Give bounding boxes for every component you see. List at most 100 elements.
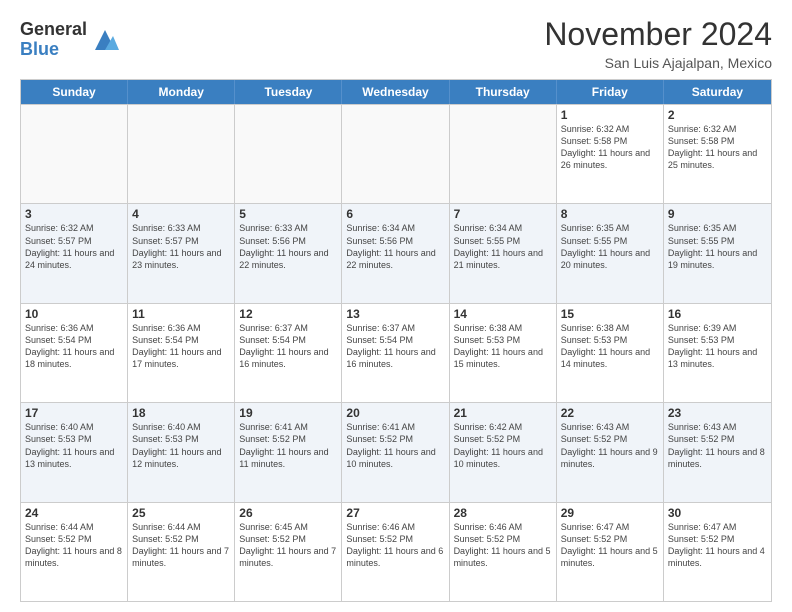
- day-info: Sunrise: 6:37 AM Sunset: 5:54 PM Dayligh…: [239, 322, 337, 371]
- logo-general-text: General: [20, 19, 87, 39]
- day-number: 30: [668, 506, 767, 520]
- day-info: Sunrise: 6:39 AM Sunset: 5:53 PM Dayligh…: [668, 322, 767, 371]
- header-day-friday: Friday: [557, 80, 664, 104]
- cal-cell-2-2: 12Sunrise: 6:37 AM Sunset: 5:54 PM Dayli…: [235, 304, 342, 402]
- day-info: Sunrise: 6:43 AM Sunset: 5:52 PM Dayligh…: [561, 421, 659, 470]
- day-info: Sunrise: 6:47 AM Sunset: 5:52 PM Dayligh…: [561, 521, 659, 570]
- cal-cell-4-2: 26Sunrise: 6:45 AM Sunset: 5:52 PM Dayli…: [235, 503, 342, 601]
- cal-cell-4-5: 29Sunrise: 6:47 AM Sunset: 5:52 PM Dayli…: [557, 503, 664, 601]
- calendar: SundayMondayTuesdayWednesdayThursdayFrid…: [20, 79, 772, 602]
- day-info: Sunrise: 6:35 AM Sunset: 5:55 PM Dayligh…: [561, 222, 659, 271]
- day-info: Sunrise: 6:43 AM Sunset: 5:52 PM Dayligh…: [668, 421, 767, 470]
- header-day-thursday: Thursday: [450, 80, 557, 104]
- day-number: 4: [132, 207, 230, 221]
- calendar-header: SundayMondayTuesdayWednesdayThursdayFrid…: [21, 80, 771, 104]
- day-number: 6: [346, 207, 444, 221]
- cal-cell-3-5: 22Sunrise: 6:43 AM Sunset: 5:52 PM Dayli…: [557, 403, 664, 501]
- cal-cell-4-0: 24Sunrise: 6:44 AM Sunset: 5:52 PM Dayli…: [21, 503, 128, 601]
- day-info: Sunrise: 6:46 AM Sunset: 5:52 PM Dayligh…: [454, 521, 552, 570]
- day-number: 14: [454, 307, 552, 321]
- day-info: Sunrise: 6:36 AM Sunset: 5:54 PM Dayligh…: [25, 322, 123, 371]
- day-info: Sunrise: 6:37 AM Sunset: 5:54 PM Dayligh…: [346, 322, 444, 371]
- day-info: Sunrise: 6:46 AM Sunset: 5:52 PM Dayligh…: [346, 521, 444, 570]
- day-info: Sunrise: 6:32 AM Sunset: 5:58 PM Dayligh…: [668, 123, 767, 172]
- cal-cell-1-1: 4Sunrise: 6:33 AM Sunset: 5:57 PM Daylig…: [128, 204, 235, 302]
- cal-cell-4-1: 25Sunrise: 6:44 AM Sunset: 5:52 PM Dayli…: [128, 503, 235, 601]
- day-info: Sunrise: 6:40 AM Sunset: 5:53 PM Dayligh…: [25, 421, 123, 470]
- day-info: Sunrise: 6:32 AM Sunset: 5:58 PM Dayligh…: [561, 123, 659, 172]
- cal-cell-1-3: 6Sunrise: 6:34 AM Sunset: 5:56 PM Daylig…: [342, 204, 449, 302]
- day-number: 2: [668, 108, 767, 122]
- day-number: 8: [561, 207, 659, 221]
- cal-cell-2-5: 15Sunrise: 6:38 AM Sunset: 5:53 PM Dayli…: [557, 304, 664, 402]
- day-number: 28: [454, 506, 552, 520]
- calendar-row-3: 17Sunrise: 6:40 AM Sunset: 5:53 PM Dayli…: [21, 402, 771, 501]
- day-number: 21: [454, 406, 552, 420]
- calendar-row-0: 1Sunrise: 6:32 AM Sunset: 5:58 PM Daylig…: [21, 104, 771, 203]
- day-number: 11: [132, 307, 230, 321]
- day-info: Sunrise: 6:41 AM Sunset: 5:52 PM Dayligh…: [346, 421, 444, 470]
- cal-cell-3-3: 20Sunrise: 6:41 AM Sunset: 5:52 PM Dayli…: [342, 403, 449, 501]
- calendar-body: 1Sunrise: 6:32 AM Sunset: 5:58 PM Daylig…: [21, 104, 771, 601]
- cal-cell-2-4: 14Sunrise: 6:38 AM Sunset: 5:53 PM Dayli…: [450, 304, 557, 402]
- day-info: Sunrise: 6:33 AM Sunset: 5:57 PM Dayligh…: [132, 222, 230, 271]
- calendar-row-1: 3Sunrise: 6:32 AM Sunset: 5:57 PM Daylig…: [21, 203, 771, 302]
- day-info: Sunrise: 6:34 AM Sunset: 5:56 PM Dayligh…: [346, 222, 444, 271]
- day-info: Sunrise: 6:32 AM Sunset: 5:57 PM Dayligh…: [25, 222, 123, 271]
- day-number: 25: [132, 506, 230, 520]
- day-number: 20: [346, 406, 444, 420]
- day-number: 17: [25, 406, 123, 420]
- header-day-tuesday: Tuesday: [235, 80, 342, 104]
- cal-cell-4-6: 30Sunrise: 6:47 AM Sunset: 5:52 PM Dayli…: [664, 503, 771, 601]
- cal-cell-0-6: 2Sunrise: 6:32 AM Sunset: 5:58 PM Daylig…: [664, 105, 771, 203]
- day-number: 3: [25, 207, 123, 221]
- cal-cell-3-1: 18Sunrise: 6:40 AM Sunset: 5:53 PM Dayli…: [128, 403, 235, 501]
- calendar-row-4: 24Sunrise: 6:44 AM Sunset: 5:52 PM Dayli…: [21, 502, 771, 601]
- header-day-sunday: Sunday: [21, 80, 128, 104]
- cal-cell-2-3: 13Sunrise: 6:37 AM Sunset: 5:54 PM Dayli…: [342, 304, 449, 402]
- day-number: 13: [346, 307, 444, 321]
- location-title: San Luis Ajajalpan, Mexico: [544, 55, 772, 71]
- cal-cell-0-4: [450, 105, 557, 203]
- day-info: Sunrise: 6:40 AM Sunset: 5:53 PM Dayligh…: [132, 421, 230, 470]
- cal-cell-3-2: 19Sunrise: 6:41 AM Sunset: 5:52 PM Dayli…: [235, 403, 342, 501]
- cal-cell-1-0: 3Sunrise: 6:32 AM Sunset: 5:57 PM Daylig…: [21, 204, 128, 302]
- day-number: 18: [132, 406, 230, 420]
- day-info: Sunrise: 6:47 AM Sunset: 5:52 PM Dayligh…: [668, 521, 767, 570]
- cal-cell-4-3: 27Sunrise: 6:46 AM Sunset: 5:52 PM Dayli…: [342, 503, 449, 601]
- header-day-monday: Monday: [128, 80, 235, 104]
- cal-cell-2-0: 10Sunrise: 6:36 AM Sunset: 5:54 PM Dayli…: [21, 304, 128, 402]
- logo: General Blue: [20, 20, 119, 60]
- day-info: Sunrise: 6:34 AM Sunset: 5:55 PM Dayligh…: [454, 222, 552, 271]
- cal-cell-3-0: 17Sunrise: 6:40 AM Sunset: 5:53 PM Dayli…: [21, 403, 128, 501]
- day-number: 22: [561, 406, 659, 420]
- day-number: 15: [561, 307, 659, 321]
- cal-cell-3-6: 23Sunrise: 6:43 AM Sunset: 5:52 PM Dayli…: [664, 403, 771, 501]
- day-number: 12: [239, 307, 337, 321]
- cal-cell-3-4: 21Sunrise: 6:42 AM Sunset: 5:52 PM Dayli…: [450, 403, 557, 501]
- cal-cell-0-1: [128, 105, 235, 203]
- day-info: Sunrise: 6:38 AM Sunset: 5:53 PM Dayligh…: [454, 322, 552, 371]
- day-number: 10: [25, 307, 123, 321]
- day-info: Sunrise: 6:35 AM Sunset: 5:55 PM Dayligh…: [668, 222, 767, 271]
- title-block: November 2024 San Luis Ajajalpan, Mexico: [544, 16, 772, 71]
- cal-cell-0-0: [21, 105, 128, 203]
- day-number: 1: [561, 108, 659, 122]
- cal-cell-2-6: 16Sunrise: 6:39 AM Sunset: 5:53 PM Dayli…: [664, 304, 771, 402]
- day-number: 23: [668, 406, 767, 420]
- day-number: 29: [561, 506, 659, 520]
- logo-blue-text: Blue: [20, 39, 59, 59]
- day-info: Sunrise: 6:33 AM Sunset: 5:56 PM Dayligh…: [239, 222, 337, 271]
- header-day-wednesday: Wednesday: [342, 80, 449, 104]
- cal-cell-0-2: [235, 105, 342, 203]
- day-number: 19: [239, 406, 337, 420]
- cal-cell-0-3: [342, 105, 449, 203]
- day-info: Sunrise: 6:44 AM Sunset: 5:52 PM Dayligh…: [132, 521, 230, 570]
- cal-cell-1-4: 7Sunrise: 6:34 AM Sunset: 5:55 PM Daylig…: [450, 204, 557, 302]
- day-number: 7: [454, 207, 552, 221]
- cal-cell-1-6: 9Sunrise: 6:35 AM Sunset: 5:55 PM Daylig…: [664, 204, 771, 302]
- day-number: 26: [239, 506, 337, 520]
- page: General Blue November 2024 San Luis Ajaj…: [0, 0, 792, 612]
- header-day-saturday: Saturday: [664, 80, 771, 104]
- logo-icon: [91, 26, 119, 54]
